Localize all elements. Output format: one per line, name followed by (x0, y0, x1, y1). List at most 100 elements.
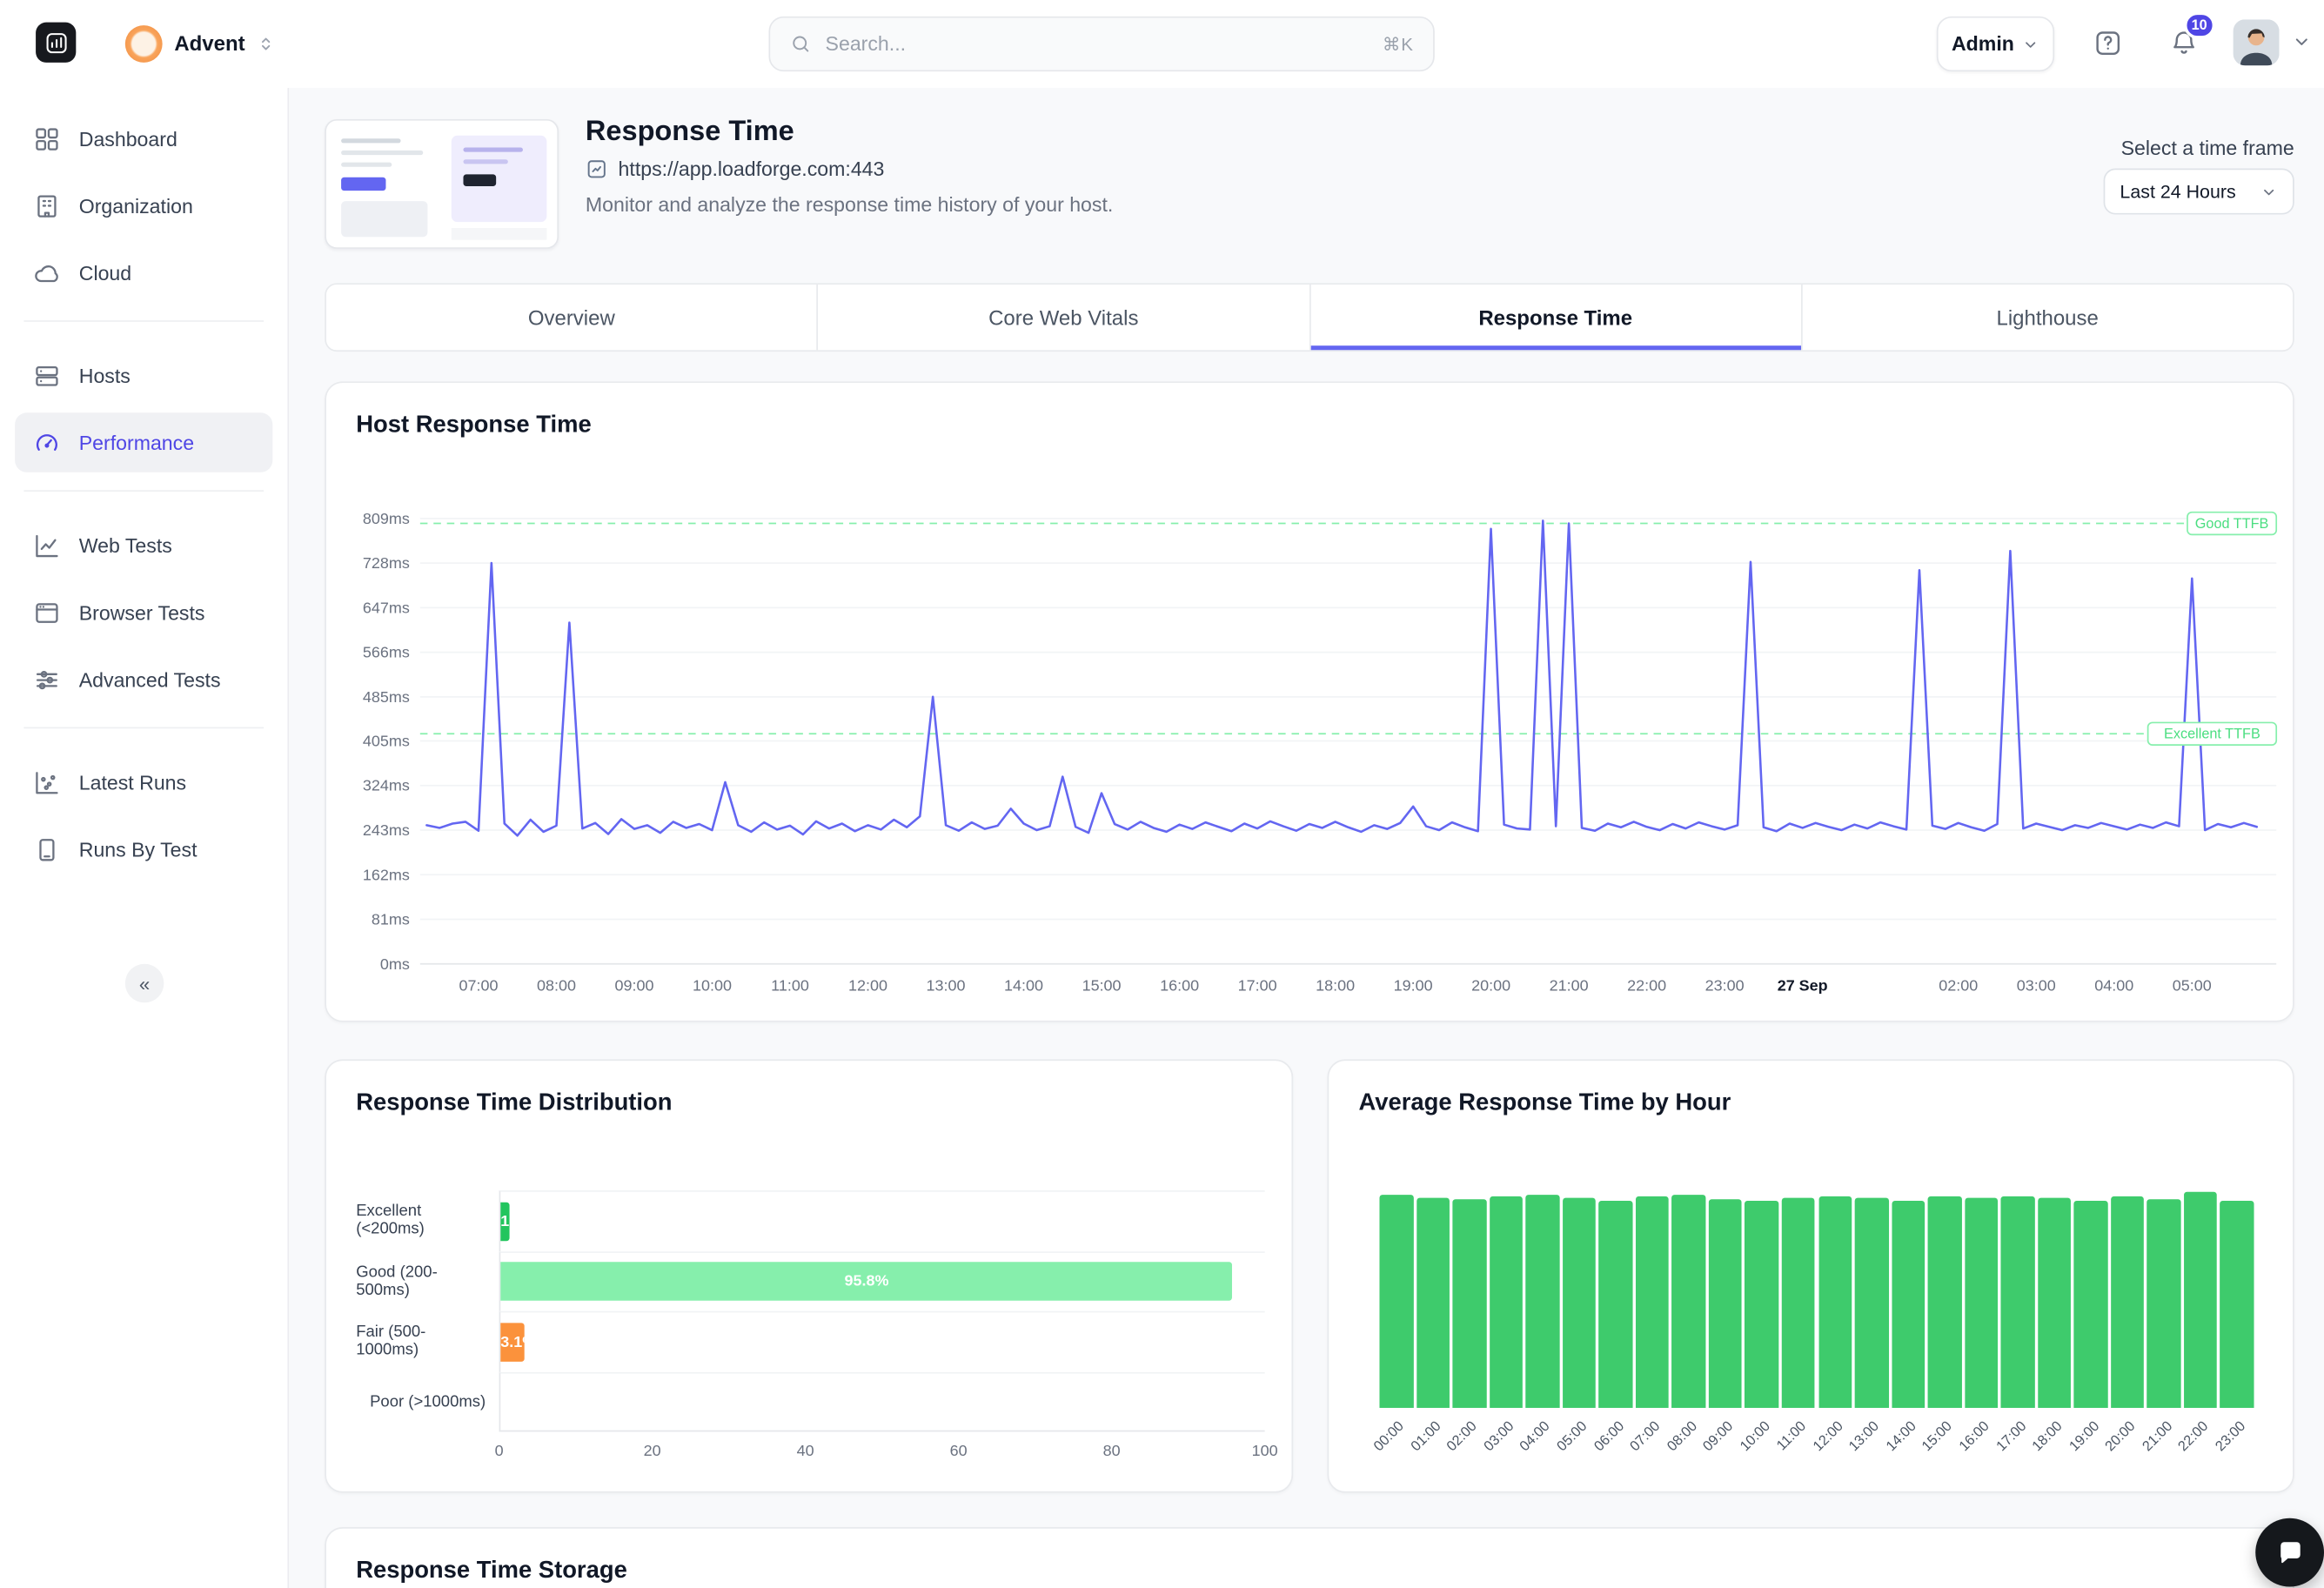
hourly-bar-21-00[interactable] (2147, 1199, 2181, 1408)
chevrons-up-down-icon (257, 34, 276, 53)
x-axis-tick: 11:00 (771, 977, 809, 995)
y-axis-tick: 728ms (363, 554, 410, 572)
distribution-bar-excellent-200ms[interactable]: 1.1% (500, 1202, 509, 1241)
hourly-bar-04-00[interactable] (1526, 1194, 1560, 1408)
sidebar-item-label: Advanced Tests (79, 668, 221, 691)
x-axis-tick: 18:00 (1316, 977, 1355, 995)
chat-widget-button[interactable] (2255, 1518, 2324, 1587)
search-input[interactable]: Search... ⌘K (768, 17, 1434, 71)
app-logo-icon[interactable] (36, 23, 76, 63)
app-root: Advent Search... ⌘K Admin 10 (0, 0, 2324, 1588)
org-avatar (125, 24, 163, 62)
card-title: Response Time Storage (356, 1558, 627, 1585)
sidebar-item-performance[interactable]: Performance (15, 412, 272, 472)
hourly-bar-05-00[interactable] (1563, 1198, 1597, 1408)
threshold-badge-label: Excellent TTFB (2164, 727, 2260, 742)
tab-label: Lighthouse (1997, 305, 2099, 329)
runs-by-test-document-icon (33, 835, 62, 864)
distribution-track: 95.8% (499, 1250, 1265, 1310)
hourly-bar-01-00[interactable] (1416, 1197, 1450, 1408)
hourly-x-axis: 00:0001:0002:0003:0004:0005:0006:0007:00… (1329, 1418, 2295, 1484)
hourly-bar-07-00[interactable] (1636, 1196, 1670, 1408)
sidebar-item-cloud[interactable]: Cloud (15, 243, 272, 302)
hourly-bar-13-00[interactable] (1855, 1198, 1889, 1408)
card-title: Average Response Time by Hour (1359, 1090, 1731, 1117)
sidebar-item-latest-runs[interactable]: Latest Runs (15, 753, 272, 812)
distribution-category-label: Fair (500-1000ms) (356, 1311, 499, 1371)
tab-label: Response Time (1478, 305, 1632, 329)
distribution-track (499, 1371, 1265, 1431)
notifications-bell-icon[interactable]: 10 (2169, 29, 2199, 58)
distribution-axis-tick: 80 (1103, 1442, 1121, 1460)
hourly-bar-18-00[interactable] (2038, 1198, 2072, 1408)
distribution-x-axis: 020406080100 (499, 1442, 1265, 1465)
sidebar-item-advanced-tests[interactable]: Advanced Tests (15, 650, 272, 709)
tab-lighthouse[interactable]: Lighthouse (1802, 285, 2293, 350)
x-axis-tick: 05:00 (2173, 977, 2212, 995)
distribution-row: Good (200-500ms)95.8% (356, 1250, 1264, 1310)
distribution-axis-tick: 20 (644, 1442, 661, 1460)
distribution-bar-good-200-500ms[interactable]: 95.8% (500, 1263, 1232, 1302)
admin-menu-button[interactable]: Admin (1937, 17, 2054, 71)
sidebar-item-label: Web Tests (79, 534, 172, 557)
sidebar-item-dashboard[interactable]: Dashboard (15, 109, 272, 168)
hourly-bar-02-00[interactable] (1453, 1199, 1487, 1408)
x-axis-tick: 12:00 (848, 977, 887, 995)
hourly-bar-09-00[interactable] (1709, 1199, 1743, 1408)
sidebar-item-hosts[interactable]: Hosts (15, 345, 272, 405)
threshold-badge-label: Good TTFB (2195, 516, 2269, 532)
sidebar: Dashboard Organization Cloud Hosts Performan… (0, 88, 289, 1588)
tab-label: Core Web Vitals (988, 305, 1138, 329)
y-axis-tick: 566ms (363, 644, 410, 661)
distribution-bar-fair-500-1000ms[interactable]: 3.1% (500, 1323, 524, 1362)
distribution-axis-tick: 0 (495, 1442, 504, 1460)
notification-badge: 10 (2184, 12, 2214, 39)
hourly-bar-14-00[interactable] (1892, 1200, 1926, 1408)
x-axis-tick: 19:00 (1394, 977, 1433, 995)
sidebar-item-label: Organization (79, 194, 193, 217)
hourly-bar-20-00[interactable] (2111, 1196, 2145, 1408)
hourly-bar-06-00[interactable] (1599, 1200, 1633, 1408)
sidebar-collapse-button[interactable]: « (125, 964, 164, 1003)
sidebar-item-web-tests[interactable]: Web Tests (15, 515, 272, 574)
org-switcher[interactable]: Advent (125, 21, 277, 65)
hourly-bar-03-00[interactable] (1490, 1196, 1524, 1408)
x-axis-tick: 20:00 (1471, 977, 1510, 995)
hourly-bar-08-00[interactable] (1672, 1196, 1706, 1408)
tab-overview[interactable]: Overview (326, 285, 818, 350)
hourly-bar-00-00[interactable] (1379, 1196, 1413, 1408)
host-url[interactable]: https://app.loadforge.com:443 (619, 157, 885, 180)
hourly-bar-10-00[interactable] (1745, 1201, 1779, 1408)
sidebar-item-browser-tests[interactable]: Browser Tests (15, 582, 272, 641)
y-axis-tick: 405ms (363, 732, 410, 749)
sidebar-item-organization[interactable]: Organization (15, 176, 272, 235)
hourly-bar-12-00[interactable] (1818, 1196, 1852, 1408)
hourly-bar-17-00[interactable] (2001, 1196, 2035, 1408)
hourly-bar-16-00[interactable] (1965, 1197, 1999, 1408)
x-axis-tick: 23:00 (1705, 977, 1745, 995)
organization-building-icon (33, 191, 62, 220)
distribution-axis-tick: 40 (797, 1442, 814, 1460)
help-icon[interactable] (2093, 29, 2123, 58)
sidebar-item-runs-by-test[interactable]: Runs By Test (15, 820, 272, 879)
hourly-bar-19-00[interactable] (2074, 1201, 2108, 1408)
hourly-bar-11-00[interactable] (1782, 1197, 1816, 1408)
x-axis-tick: 13:00 (927, 977, 966, 995)
hourly-bar-23-00[interactable] (2220, 1200, 2254, 1408)
hourly-bar-15-00[interactable] (1928, 1196, 1962, 1408)
tab-core-web-vitals[interactable]: Core Web Vitals (818, 285, 1309, 350)
sidebar-item-label: Dashboard (79, 127, 177, 150)
hourly-bar-chart (1379, 1192, 2254, 1408)
browser-tests-icon (33, 598, 62, 626)
user-avatar[interactable] (2234, 19, 2280, 65)
admin-label: Admin (1952, 33, 2014, 56)
page-title: Response Time (586, 117, 794, 150)
tab-response-time[interactable]: Response Time (1310, 285, 1802, 350)
sidebar-divider (23, 490, 264, 492)
host-screenshot-thumbnail[interactable] (325, 119, 559, 249)
hourly-bar-22-00[interactable] (2184, 1192, 2218, 1408)
distribution-track: 1.1% (499, 1190, 1265, 1250)
user-menu-chevron-icon[interactable] (2291, 31, 2312, 52)
timeframe-select[interactable]: Last 24 Hours (2104, 168, 2294, 214)
distribution-row: Excellent (<200ms)1.1% (356, 1190, 1264, 1250)
